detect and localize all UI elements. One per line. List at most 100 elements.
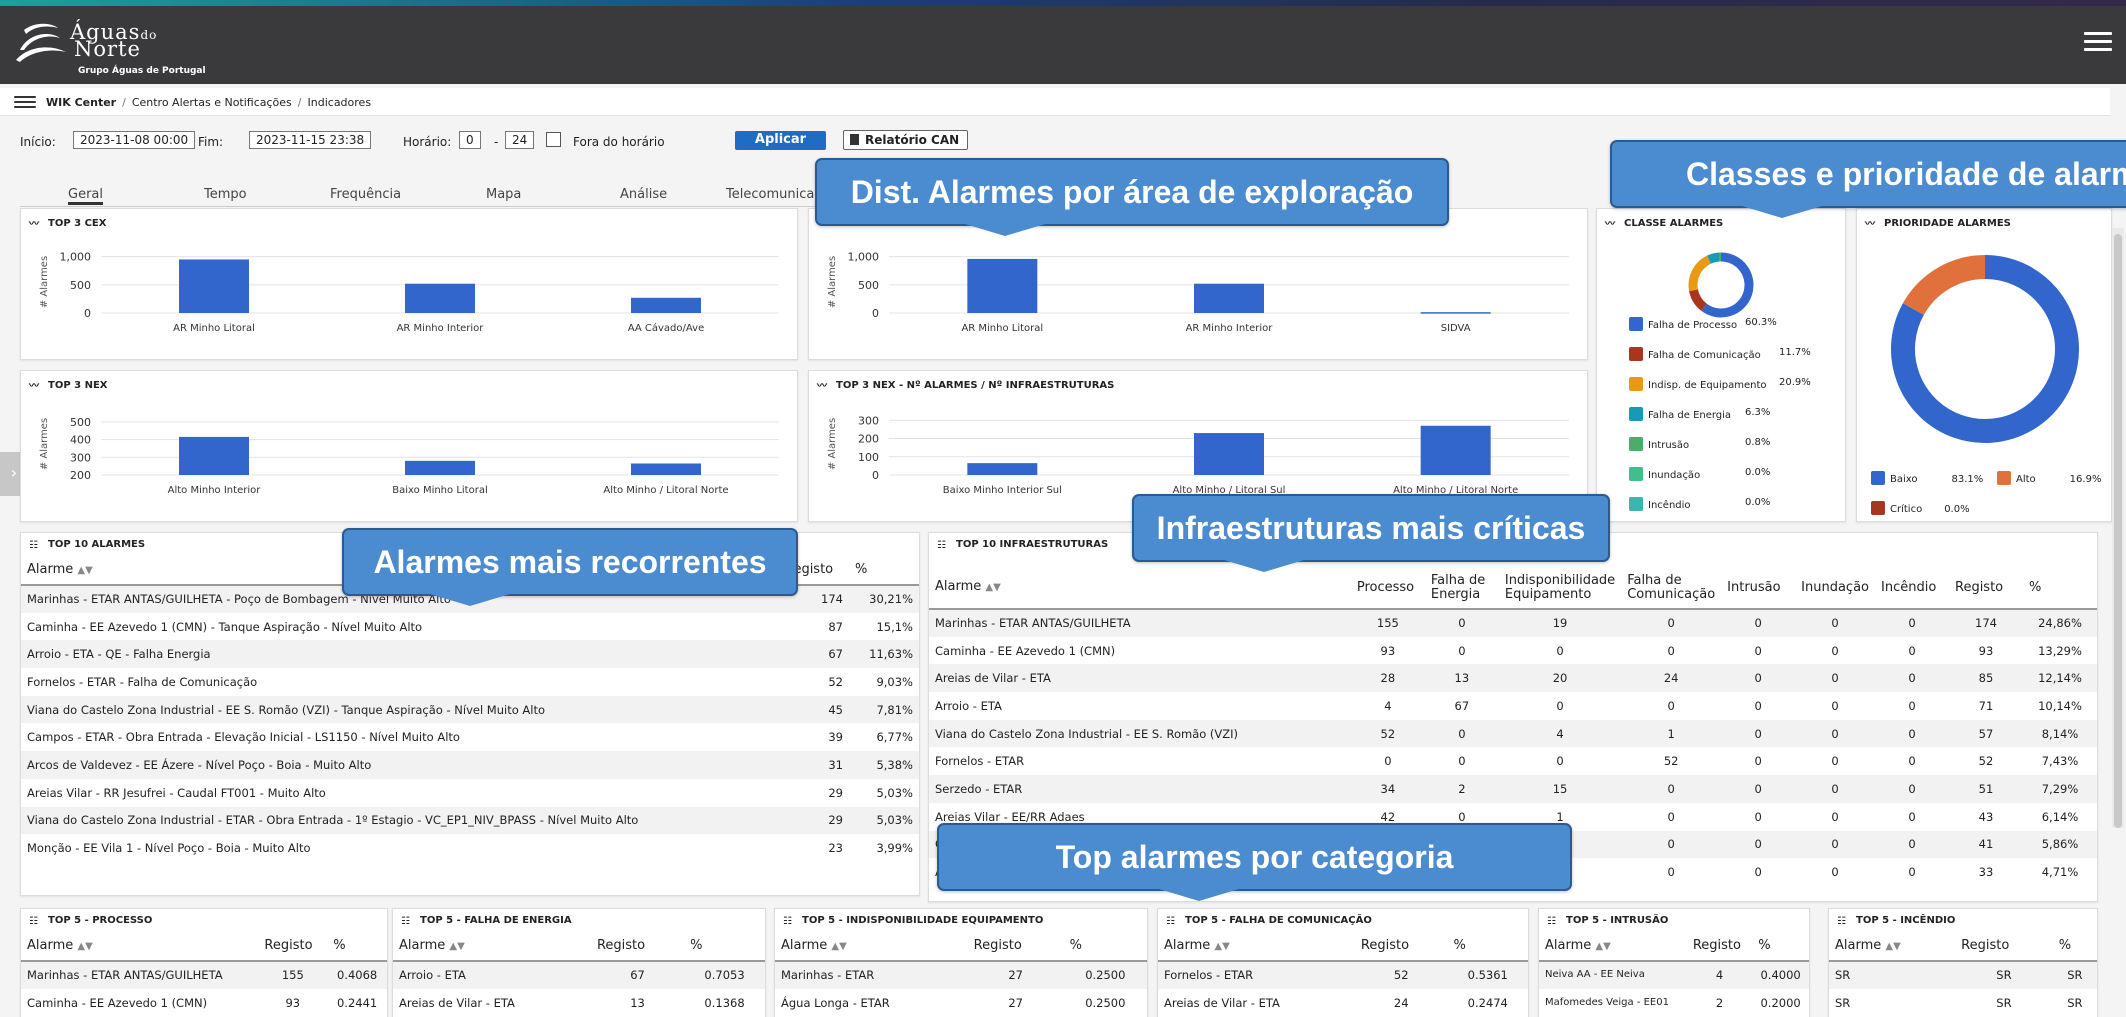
legend-item[interactable]: Intrusão 0.8% — [1629, 437, 1770, 451]
table-row[interactable]: Viana do Castelo Zona Industrial - ETAR … — [21, 806, 919, 835]
table-row[interactable]: Campos - ETAR - Obra Entrada - Elevação … — [21, 723, 919, 751]
bar[interactable] — [1194, 283, 1264, 313]
schedule-from-input[interactable]: 0 — [459, 131, 481, 149]
bar[interactable] — [1194, 433, 1264, 475]
bar[interactable] — [179, 259, 249, 313]
column-header-pct[interactable]: % — [1752, 931, 1809, 962]
table-row[interactable]: Fornelos - ETAR 0 0 0 52 0 0 0 52 7,43% — [929, 747, 2097, 775]
table-row[interactable]: Arcos de Valdevez - EE Ázere - Nível Poç… — [21, 751, 919, 779]
bar[interactable] — [1420, 312, 1491, 314]
donut-slice[interactable] — [1689, 289, 1708, 311]
table-row[interactable]: Arroio - ETA 67 0.7053 — [393, 961, 765, 989]
table-row[interactable]: Água Longa - ETAR 27 0.2500 — [775, 989, 1147, 1017]
legend-item[interactable]: Indisp. de Equipamento 20.9% — [1629, 377, 1811, 391]
column-header[interactable]: Processo — [1350, 567, 1425, 610]
legend-item[interactable]: Alto 16.9% — [1997, 471, 2101, 485]
table-row[interactable]: Serzedo - ETAR 34 2 15 0 0 0 0 51 7,29% — [929, 775, 2097, 803]
column-header-alarme[interactable]: Alarme ▲▼ — [1539, 931, 1687, 962]
column-header[interactable]: Alarme ▲▼ — [929, 567, 1351, 610]
column-header-alarme[interactable]: Alarme ▲▼ — [21, 931, 259, 962]
bar[interactable] — [967, 463, 1038, 475]
tab-mapa[interactable]: Mapa — [486, 187, 521, 202]
column-header[interactable]: Falha de Comunicação — [1621, 567, 1722, 610]
column-header-pct[interactable]: % — [1063, 931, 1147, 962]
column-header-registo[interactable]: Registo — [590, 931, 685, 962]
column-header-registo[interactable]: Registo — [258, 931, 328, 962]
legend-item[interactable]: Crítico 0.0% — [1871, 501, 1970, 515]
table-row[interactable]: Caminha - EE Azevedo 1 (CMN) - Tanque As… — [21, 613, 919, 641]
bar[interactable] — [405, 283, 475, 313]
bar[interactable] — [1420, 425, 1491, 475]
tab-geral[interactable]: Geral — [68, 187, 103, 205]
tab-tempo[interactable]: Tempo — [204, 187, 247, 202]
bar[interactable] — [967, 258, 1038, 313]
column-header-alarme[interactable]: Alarme ▲▼ — [1829, 931, 1956, 962]
table-row[interactable]: Areias de Vilar - ETA 24 0.2474 — [1158, 989, 1528, 1017]
column-header-registo[interactable]: Registo — [1354, 931, 1448, 962]
column-header-alarme[interactable]: Alarme ▲▼ — [1158, 931, 1355, 962]
column-header-pct[interactable]: % — [849, 555, 919, 586]
end-date-input[interactable]: 2023-11-15 23:38 — [249, 131, 372, 149]
column-header-registo[interactable]: Registo — [1686, 931, 1753, 962]
table-row[interactable]: SR SR SR — [1829, 989, 2097, 1017]
column-header[interactable]: % — [2023, 567, 2097, 610]
table-row[interactable]: Marinhas - ETAR 27 0.2500 — [775, 961, 1147, 989]
donut-slice[interactable] — [1706, 252, 1721, 264]
breadcrumb-item-wik-center[interactable]: WIK Center — [46, 96, 116, 109]
column-header[interactable]: Falha de Energia — [1424, 567, 1499, 610]
column-header[interactable]: Incêndio — [1875, 567, 1949, 610]
tab-frequencia[interactable]: Frequência — [330, 187, 401, 202]
schedule-to-input[interactable]: 24 — [505, 131, 535, 149]
donut-slice[interactable] — [1688, 255, 1712, 292]
hamburger-icon[interactable] — [2084, 32, 2112, 54]
donut-slice[interactable] — [1902, 255, 1986, 316]
column-header[interactable]: Intrusão — [1721, 567, 1796, 610]
table-row[interactable]: Caminha - EE Azevedo 1 (CMN) 93 0 0 0 0 0 0 93 13… — [929, 637, 2097, 665]
table-row[interactable]: Viana do Castelo Zona Industrial - EE S.… — [21, 695, 919, 724]
apply-button[interactable]: Aplicar — [735, 131, 826, 150]
column-header-pct[interactable]: % — [1447, 931, 1528, 962]
donut-slice[interactable] — [1701, 252, 1754, 318]
table-row[interactable]: Areias de Vilar - ETA 28 13 20 24 0 0 0 85 12,14% — [929, 664, 2097, 693]
column-header-pct[interactable]: % — [2052, 931, 2097, 962]
bar[interactable] — [631, 463, 701, 475]
start-date-input[interactable]: 2023-11-08 00:00 — [73, 131, 196, 149]
column-header[interactable]: Registo — [1949, 567, 2023, 610]
relatorio-can-button[interactable]: Relatório CAN — [843, 130, 968, 150]
table-row[interactable]: Marinhas - ETAR ANTAS/GUILHETA 155 0 19 0 0 0 0… — [929, 609, 2097, 637]
legend-item[interactable]: Falha de Energia 6.3% — [1629, 407, 1770, 421]
table-row[interactable]: Areias de Vilar - ETA 13 0.1368 — [393, 989, 765, 1017]
table-row[interactable]: Marinhas - ETAR ANTAS/GUILHETA 155 0.4068 — [21, 961, 387, 989]
table-row[interactable]: Monção - EE Vila 1 - Nível Poço - Boia -… — [21, 834, 919, 862]
bar[interactable] — [179, 436, 249, 475]
outside-hours-checkbox[interactable] — [546, 132, 561, 147]
column-header-registo[interactable]: Registo — [967, 931, 1064, 962]
legend-item[interactable]: Incêndio 0.0% — [1629, 497, 1770, 511]
table-row[interactable]: Fornelos - ETAR - Falha de Comunicação 52… — [21, 668, 919, 696]
legend-item[interactable]: Inundação 0.0% — [1629, 467, 1770, 481]
table-row[interactable]: Fornelos - ETAR 52 0.5361 — [1158, 961, 1528, 989]
column-header[interactable]: Indisponibilidade Equipamento — [1498, 567, 1622, 610]
legend-item[interactable]: Baixo 83.1% — [1871, 471, 1983, 485]
column-header-alarme[interactable]: Alarme ▲▼ — [775, 931, 968, 962]
tab-analise[interactable]: Análise — [620, 187, 667, 202]
column-header-pct[interactable]: % — [327, 931, 387, 962]
column-header-registo[interactable]: Registo — [1955, 931, 2053, 962]
table-row[interactable]: SR SR SR — [1829, 961, 2097, 989]
breadcrumb-item-centro-alertas[interactable]: Centro Alertas e Notificações — [132, 96, 292, 109]
table-row[interactable]: Caminha - EE Azevedo 1 (CMN) 93 0.2441 — [21, 989, 387, 1017]
table-row[interactable]: Arroio - ETA - QE - Falha Energia 67 11,63… — [21, 640, 919, 669]
table-row[interactable]: Neiva AA - EE Neiva 4 0.4000 — [1539, 961, 1809, 989]
column-header-alarme[interactable]: Alarme ▲▼ — [393, 931, 591, 962]
column-header[interactable]: Inundação — [1795, 567, 1875, 610]
table-row[interactable]: Arroio - ETA 4 67 0 0 0 0 0 71 10,14% — [929, 692, 2097, 720]
legend-item[interactable]: Falha de Comunicação 11.7% — [1629, 347, 1811, 361]
table-row[interactable]: Viana do Castelo Zona Industrial - EE S.… — [929, 719, 2097, 748]
bar[interactable] — [405, 460, 475, 475]
page-scrollbar[interactable] — [2112, 228, 2124, 828]
table-row[interactable]: Areias Vilar - RR Jesufrei - Caudal FT00… — [21, 779, 919, 807]
menu-toggle-icon[interactable] — [14, 96, 36, 111]
bar[interactable] — [631, 297, 701, 313]
column-header-pct[interactable]: % — [684, 931, 765, 962]
table-row[interactable]: Mafomedes Veiga - EE01 2 0.2000 — [1539, 989, 1809, 1017]
